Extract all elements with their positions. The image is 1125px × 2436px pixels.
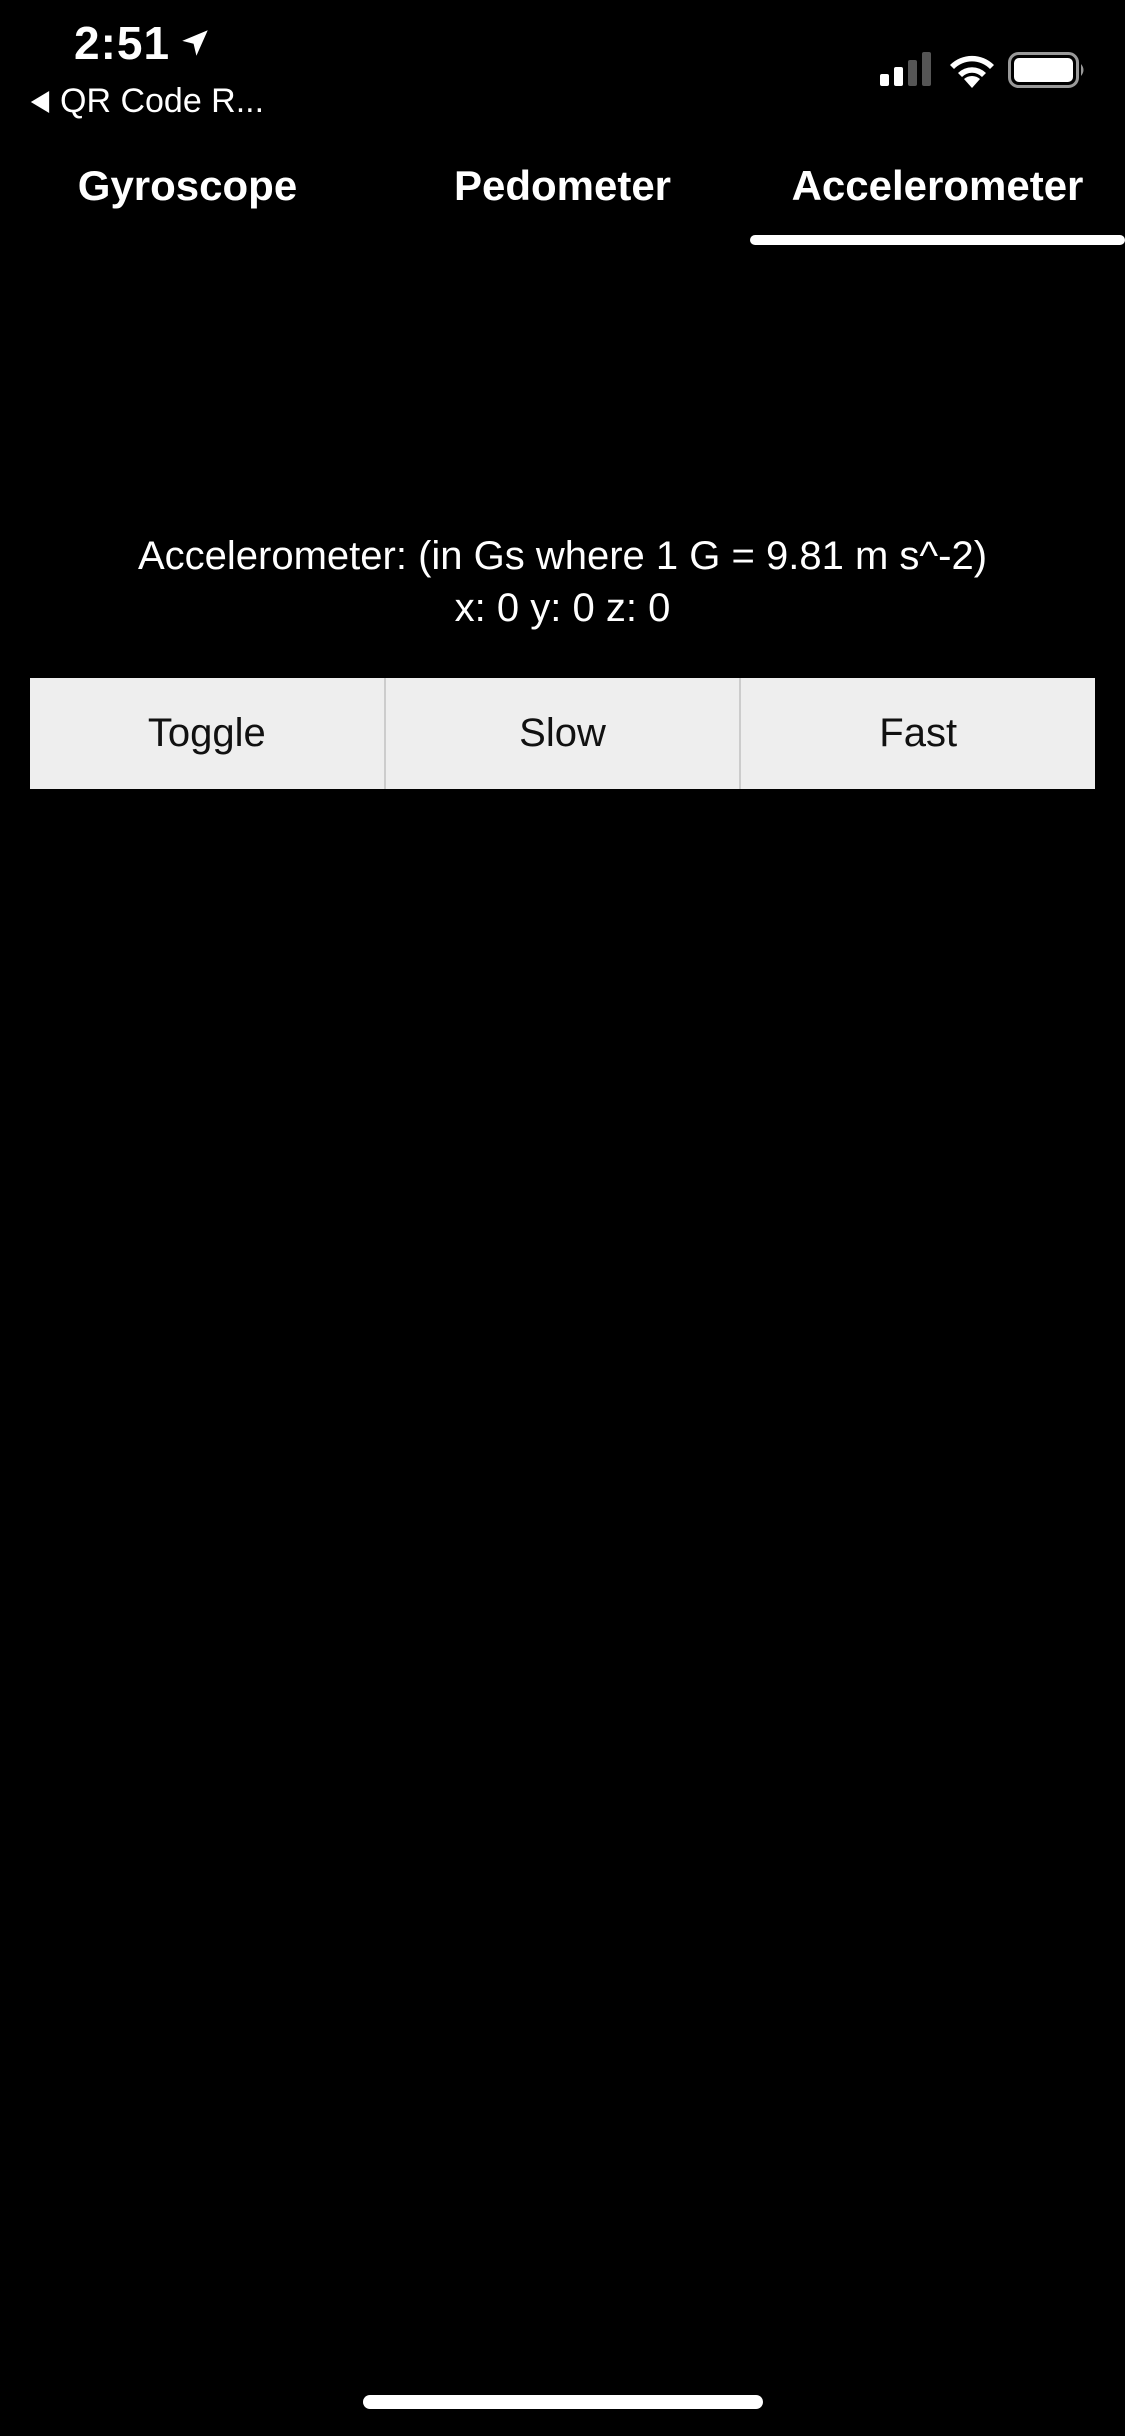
status-time: 2:51 (74, 16, 212, 70)
status-time-text: 2:51 (74, 17, 171, 69)
accelerometer-values: x: 0 y: 0 z: 0 (454, 586, 671, 630)
back-app-label: QR Code R... (60, 82, 265, 120)
toggle-button[interactable]: Toggle (30, 678, 386, 789)
back-to-app-link[interactable]: QR Code R... (30, 82, 264, 121)
location-arrow-icon (182, 30, 208, 56)
accelerometer-label: Accelerometer: (in Gs where 1 G = 9.81 m… (137, 534, 988, 578)
tab-gyroscope[interactable]: Gyroscope (0, 162, 375, 222)
tab-accelerometer[interactable]: Accelerometer (750, 162, 1125, 222)
signal-icon (880, 52, 931, 86)
fast-button[interactable]: Fast (741, 678, 1096, 789)
back-triangle-icon (30, 90, 50, 113)
slow-button[interactable]: Slow (385, 678, 742, 789)
home-indicator[interactable] (363, 2395, 763, 2409)
battery-icon (1008, 52, 1084, 88)
wifi-icon (950, 55, 994, 88)
tab-pedometer[interactable]: Pedometer (375, 162, 750, 222)
screen: 2:51 QR Code R... Gyroscope Pedometer Ac… (0, 0, 1125, 2436)
control-button-row: Toggle Slow Fast (30, 678, 1096, 789)
tab-active-indicator (750, 235, 1125, 245)
